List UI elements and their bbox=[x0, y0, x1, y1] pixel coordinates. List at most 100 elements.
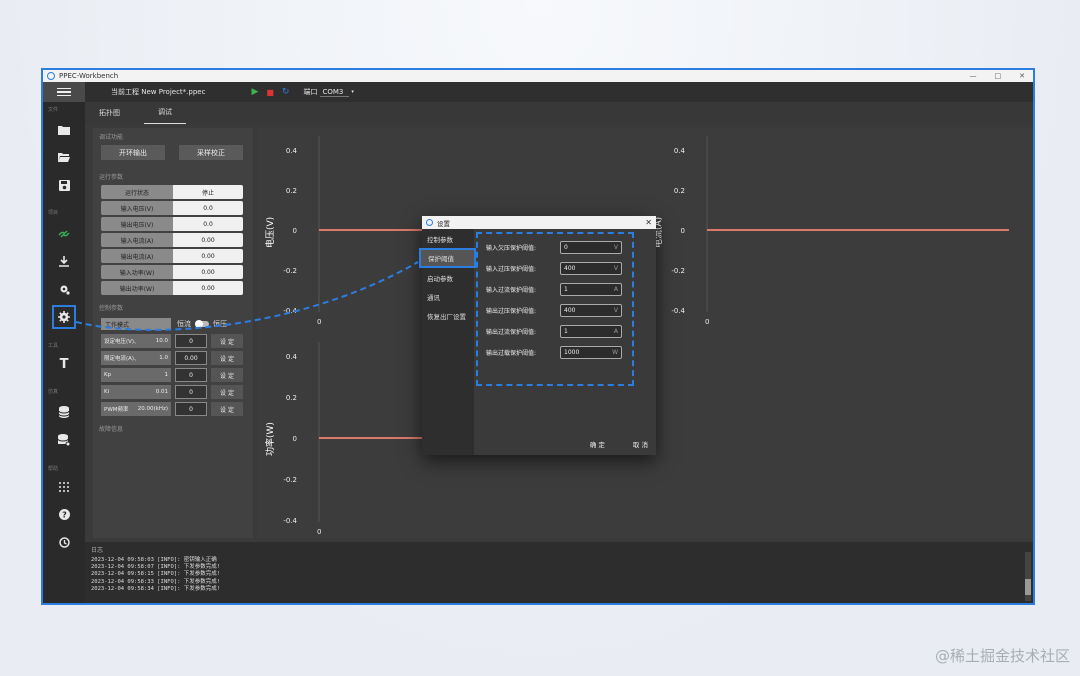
threshold-label: 输入欠压保护阈值: bbox=[486, 244, 537, 252]
threshold-label: 输入过压保护阈值: bbox=[486, 265, 537, 273]
threshold-input[interactable]: 400 V bbox=[560, 261, 622, 275]
threshold-value: 1000 bbox=[564, 348, 580, 356]
refresh-button[interactable]: ↻ bbox=[282, 87, 290, 97]
maximize-button[interactable]: □ bbox=[995, 72, 1002, 80]
port-select[interactable]: COM3 bbox=[320, 88, 350, 97]
control-param-label: Kp 1 bbox=[101, 368, 171, 382]
control-param-input[interactable]: 0 bbox=[175, 385, 207, 399]
mode-toggle[interactable] bbox=[195, 320, 209, 328]
work-mode-label: 工作模式 bbox=[101, 318, 171, 330]
set-button[interactable]: 设 定 bbox=[211, 385, 243, 399]
run-param-value: 0.00 bbox=[173, 233, 243, 247]
set-button[interactable]: 设 定 bbox=[211, 334, 243, 348]
threshold-unit: V bbox=[613, 243, 618, 251]
dialog-nav: 控制参数 保护阈值 启动参数 通讯 恢复出厂设置 bbox=[419, 229, 476, 455]
tab-topology[interactable]: 拓扑图 bbox=[99, 108, 132, 124]
log-panel: 日志 2023-12-04 09:58:03 [INFO]: 密钥输入正确 202… bbox=[85, 542, 1033, 603]
run-param-label: 输出电流(A) bbox=[101, 249, 173, 263]
log-lines: 2023-12-04 09:58:03 [INFO]: 密钥输入正确 2023-1… bbox=[85, 557, 1033, 593]
minimize-button[interactable]: — bbox=[970, 72, 977, 80]
link-icon[interactable] bbox=[54, 224, 74, 244]
control-param-row: Kp 1 0 设 定 bbox=[101, 368, 245, 382]
threshold-unit: A bbox=[613, 327, 618, 335]
run-param-label: 输入功率(W) bbox=[101, 265, 173, 279]
dialog-titlebar: 设置 ✕ bbox=[422, 216, 656, 229]
threshold-row: 输入过压保护阈值: 400 V bbox=[486, 260, 626, 276]
sidebar-section-project: 项目 bbox=[48, 210, 59, 216]
current-y-tick-label: -0.2 bbox=[671, 267, 685, 275]
download-icon[interactable] bbox=[54, 251, 74, 271]
control-param-input[interactable]: 0 bbox=[175, 334, 207, 348]
threshold-input[interactable]: 0V bbox=[560, 240, 622, 254]
control-param-name: PWM频率 bbox=[104, 407, 129, 413]
nav-protection-threshold[interactable]: 保护阈值 bbox=[419, 248, 476, 268]
threshold-label: 输出过流保护阈值: bbox=[486, 328, 537, 336]
project-name: 当前工程 New Project*.ppec bbox=[111, 88, 206, 96]
close-button[interactable]: ✕ bbox=[1019, 72, 1025, 80]
run-param-value: 0.0 bbox=[173, 201, 243, 215]
run-param-label: 输入电压(V) bbox=[101, 201, 173, 215]
control-param-name: 设定电压(V)、 bbox=[104, 339, 140, 345]
threshold-label: 输出过压保护阈值: bbox=[486, 307, 537, 315]
control-param-name: Ki bbox=[104, 389, 110, 395]
folder-add-icon[interactable] bbox=[54, 120, 74, 140]
folder-open-icon[interactable] bbox=[54, 147, 74, 167]
grid-icon[interactable] bbox=[54, 477, 74, 497]
log-scrollbar[interactable] bbox=[1025, 552, 1031, 601]
close-icon[interactable]: ✕ bbox=[645, 218, 652, 227]
cancel-button[interactable]: 取 消 bbox=[633, 439, 648, 449]
control-param-input[interactable]: 0 bbox=[175, 402, 207, 416]
nav-factory-reset[interactable]: 恢复出厂设置 bbox=[422, 306, 474, 325]
control-param-name: 限定电流(A)、 bbox=[104, 356, 140, 362]
port-label: 端口 bbox=[303, 88, 318, 96]
threshold-input[interactable]: 400 V bbox=[560, 303, 622, 317]
log-line: 2023-12-04 09:58:15 [INFO]: 下发参数完成! bbox=[91, 571, 221, 578]
stop-button[interactable]: ■ bbox=[266, 88, 274, 97]
save-icon[interactable] bbox=[54, 175, 74, 195]
threshold-input[interactable]: 1000 W bbox=[560, 345, 622, 359]
tab-bar: 拓扑图 调试 bbox=[85, 102, 1033, 124]
calibrate-button[interactable]: 采样校正 bbox=[179, 145, 243, 160]
run-param-row: 输出功率(W) 0.00 bbox=[101, 281, 245, 295]
nav-communication[interactable]: 通讯 bbox=[422, 287, 474, 306]
current-y-tick-label: 0.2 bbox=[674, 187, 685, 195]
chevron-down-icon[interactable]: ▾ bbox=[351, 89, 354, 95]
ok-button[interactable]: 确 定 bbox=[590, 439, 605, 449]
open-loop-button[interactable]: 开环输出 bbox=[101, 145, 165, 160]
run-param-row: 输出电压(V) 0.0 bbox=[101, 217, 245, 231]
help-icon[interactable]: ? bbox=[54, 504, 74, 524]
gear-icon[interactable] bbox=[52, 305, 76, 329]
current-y-tick-label: 0 bbox=[681, 227, 685, 235]
nav-startup-params[interactable]: 启动参数 bbox=[422, 268, 474, 287]
threshold-input[interactable]: 1A bbox=[560, 282, 622, 296]
threshold-label: 输出过载保护阈值: bbox=[486, 349, 537, 357]
debug-panel: 调试功能 开环输出 采样校正 运行参数 运行状态 停止 输入电压(V) 0.0 输出电压… bbox=[93, 128, 253, 538]
set-button[interactable]: 设 定 bbox=[211, 351, 243, 365]
current-x-tick-label: 0 bbox=[705, 318, 709, 326]
database-settings-icon[interactable] bbox=[54, 430, 74, 450]
menu-toggle-button[interactable] bbox=[43, 82, 85, 102]
control-param-input[interactable]: 0.00 bbox=[175, 351, 207, 365]
tab-debug[interactable]: 调试 bbox=[144, 107, 186, 124]
threshold-value: 0 bbox=[564, 243, 568, 251]
run-button[interactable]: ▶ bbox=[251, 87, 258, 97]
control-param-hint: 20.00(kHz) bbox=[137, 406, 168, 412]
text-tool-icon[interactable]: T bbox=[54, 354, 74, 374]
toolbar: 当前工程 New Project*.ppec ▶ ■ ↻ 端口 COM3 ▾ bbox=[85, 82, 1033, 102]
control-param-input[interactable]: 0 bbox=[175, 368, 207, 382]
threshold-unit: A bbox=[613, 285, 618, 293]
run-param-row: 输入电压(V) 0.0 bbox=[101, 201, 245, 215]
database-icon[interactable] bbox=[54, 402, 74, 422]
voltage-y-tick-label: 0 bbox=[293, 227, 297, 235]
run-params-title: 运行参数 bbox=[99, 174, 124, 181]
nav-control-params[interactable]: 控制参数 bbox=[422, 229, 474, 248]
control-param-label: PWM频率 20.00(kHz) bbox=[101, 402, 171, 416]
history-icon[interactable] bbox=[54, 532, 74, 552]
svg-text:?: ? bbox=[62, 510, 67, 519]
sidebar: 文件 项目 工具 T 仿真 帮助 ? bbox=[43, 82, 85, 603]
chip-settings-icon[interactable] bbox=[54, 279, 74, 299]
set-button[interactable]: 设 定 bbox=[211, 402, 243, 416]
set-button[interactable]: 设 定 bbox=[211, 368, 243, 382]
power-axis-label: 功率(W) bbox=[266, 422, 276, 456]
threshold-input[interactable]: 1A bbox=[560, 324, 622, 338]
